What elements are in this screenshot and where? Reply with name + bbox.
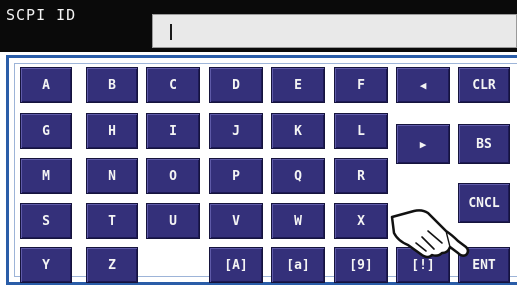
key-c[interactable]: C [146, 67, 200, 103]
lowercase-mode-key[interactable]: [a] [271, 247, 325, 283]
key-g[interactable]: G [20, 113, 72, 149]
key-b[interactable]: B [86, 67, 138, 103]
uppercase-mode-key[interactable]: [A] [209, 247, 263, 283]
key-i[interactable]: I [146, 113, 200, 149]
key-n[interactable]: N [86, 158, 138, 194]
input-header: SCPI ID [0, 0, 517, 52]
field-label: SCPI ID [6, 6, 77, 24]
cursor-left-key[interactable]: ◀ [396, 67, 450, 103]
key-u[interactable]: U [146, 203, 200, 239]
backspace-button[interactable]: BS [458, 124, 510, 164]
key-t[interactable]: T [86, 203, 138, 239]
key-q[interactable]: Q [271, 158, 325, 194]
key-h[interactable]: H [86, 113, 138, 149]
key-v[interactable]: V [209, 203, 263, 239]
key-d[interactable]: D [209, 67, 263, 103]
key-m[interactable]: M [20, 158, 72, 194]
arrow-left-icon: ◀ [419, 78, 427, 92]
cursor-right-key[interactable]: ▶ [396, 124, 450, 164]
numeric-mode-key[interactable]: [9] [334, 247, 388, 283]
arrow-right-icon: ▶ [419, 137, 427, 151]
clear-button[interactable]: CLR [458, 67, 510, 103]
key-r[interactable]: R [334, 158, 388, 194]
key-o[interactable]: O [146, 158, 200, 194]
key-y[interactable]: Y [20, 247, 72, 283]
key-l[interactable]: L [334, 113, 388, 149]
key-e[interactable]: E [271, 67, 325, 103]
key-k[interactable]: K [271, 113, 325, 149]
scpi-id-input[interactable] [152, 14, 517, 48]
key-z[interactable]: Z [86, 247, 138, 283]
key-w[interactable]: W [271, 203, 325, 239]
key-a[interactable]: A [20, 67, 72, 103]
key-x[interactable]: X [334, 203, 388, 239]
key-p[interactable]: P [209, 158, 263, 194]
pointing-hand-icon [390, 209, 470, 259]
key-j[interactable]: J [209, 113, 263, 149]
key-f[interactable]: F [334, 67, 388, 103]
text-caret [170, 24, 172, 40]
key-s[interactable]: S [20, 203, 72, 239]
